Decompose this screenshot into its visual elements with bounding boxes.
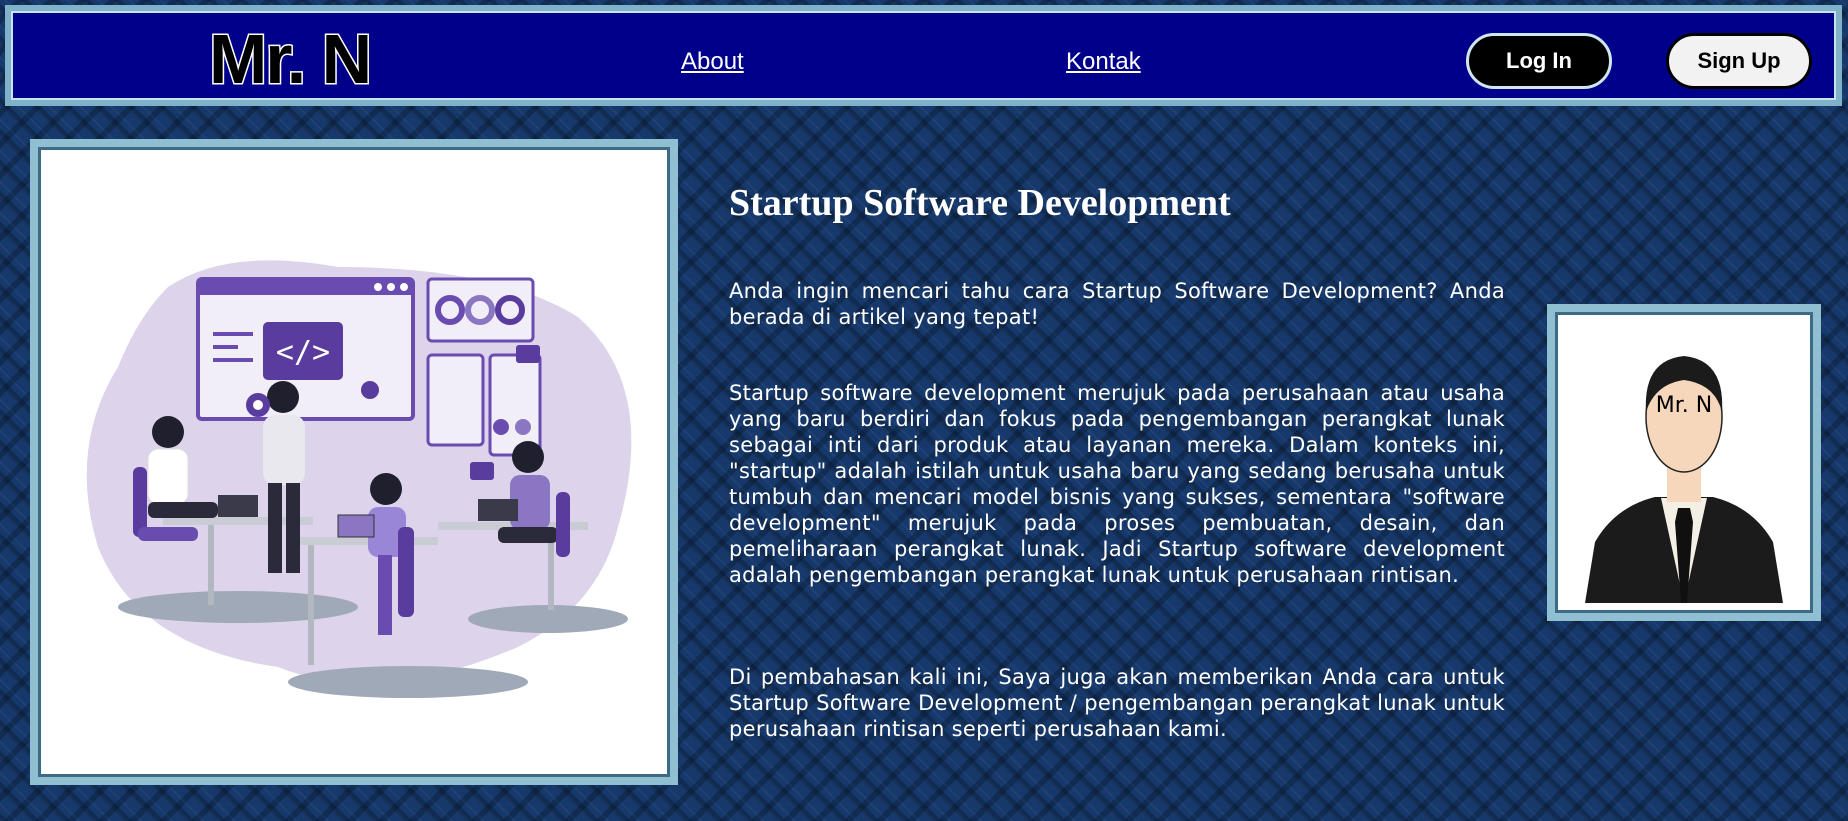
article-paragraph-closing: Di pembahasan kali ini, Saya juga akan m… <box>729 665 1505 741</box>
code-window: </> <box>196 277 415 421</box>
nav-link-about[interactable]: About <box>681 48 744 76</box>
code-tag-label: </> <box>276 335 330 370</box>
article-title: Startup Software Development <box>729 182 1231 224</box>
profile-avatar: Mr. N <box>1565 322 1803 603</box>
login-button[interactable]: Log In <box>1466 33 1612 89</box>
startup-illustration-frame: </> <box>30 139 678 785</box>
article: Startup Software Development Anda ingin … <box>729 180 1505 741</box>
article-paragraph-definition: Startup software development merujuk pad… <box>729 381 1505 587</box>
profile-photo-frame: Mr. N <box>1547 304 1821 621</box>
article-paragraph-intro: Anda ingin mencari tahu cara Startup Sof… <box>729 279 1505 329</box>
signup-button[interactable]: Sign Up <box>1666 33 1812 89</box>
site-logo[interactable]: Mr. N <box>207 20 373 99</box>
profile-face-label: Mr. N <box>1656 393 1712 418</box>
top-navbar: Mr. N About Kontak Log In Sign Up <box>5 5 1842 106</box>
nav-link-kontak[interactable]: Kontak <box>1066 48 1141 76</box>
team-illustration: </> <box>86 260 632 698</box>
